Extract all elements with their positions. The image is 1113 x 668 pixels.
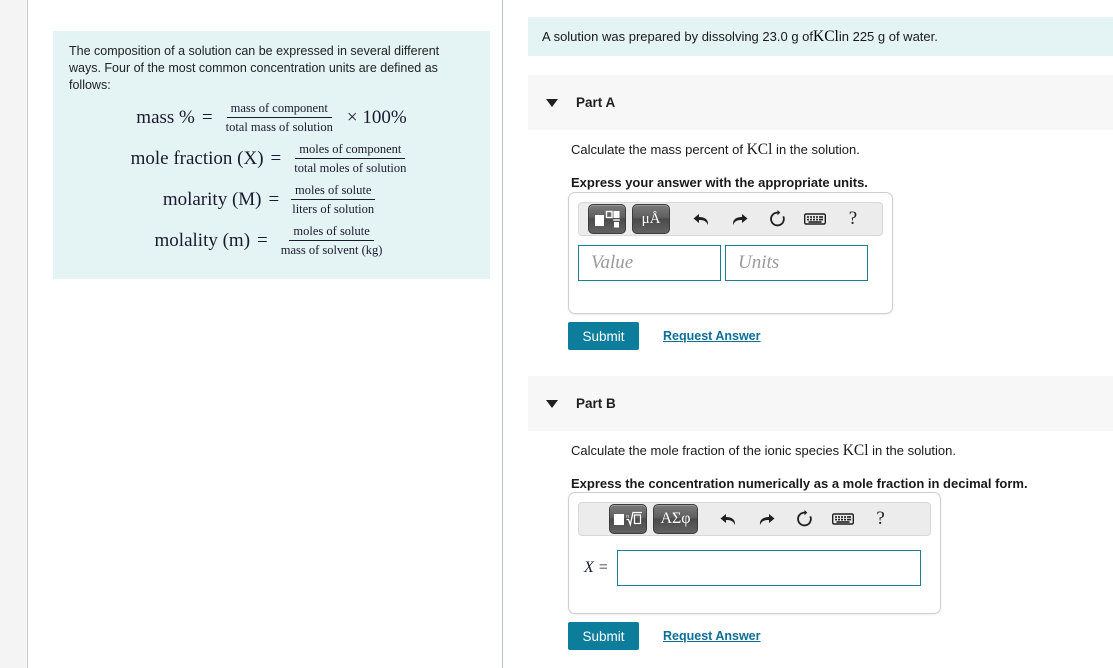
part-b-instruction: Express the concentration numerically as… [571,476,1028,491]
part-b-answer-panel: n ΑΣφ ? X = [568,492,941,614]
keyboard-icon[interactable] [798,204,832,234]
formula-molality: molality (m) = moles of solute mass of s… [69,224,474,258]
formula-denominator: total mass of solution [225,120,333,134]
part-a-submit-button[interactable]: Submit [568,322,639,350]
mole-fraction-label: X = [584,559,609,576]
reference-pane: The composition of a solution can be exp… [29,0,502,668]
formula-numerator: mass of component [226,101,332,118]
undo-icon[interactable] [712,504,746,534]
question-text-before: A solution was prepared by dissolving 23… [542,29,814,44]
formula-mass-percent: mass % = mass of component total mass of… [69,101,474,135]
left-gutter [0,0,28,668]
part-a-prompt-after: in the solution. [772,142,860,157]
part-b-title: Part B [576,396,616,411]
part-a-prompt-chemical: KCl [746,141,773,158]
part-b-toolbar: n ΑΣφ ? [578,502,931,536]
formula-equals: = [268,189,280,210]
greek-symbols-button[interactable]: ΑΣφ [653,504,698,534]
radical-template-icon[interactable]: n [609,504,648,534]
units-button[interactable]: μÅ [632,204,670,234]
part-a-submit-row: Submit Request Answer [568,322,760,350]
part-a-instruction: Express your answer with the appropriate… [571,175,868,190]
reset-icon[interactable] [788,504,822,534]
part-b-field-row: X = [578,550,931,586]
part-b-submit-button[interactable]: Submit [568,622,639,650]
formula-equals: = [201,107,213,128]
reset-icon[interactable] [760,204,794,234]
part-a-prompt-before: Calculate the mass percent of [571,142,747,157]
help-icon[interactable]: ? [836,204,870,234]
formula-denominator: liters of solution [292,202,375,216]
part-b-prompt-after: in the solution. [868,443,956,458]
part-a-prompt: Calculate the mass percent of KCl in the… [571,140,1113,160]
intro-paragraph: The composition of a solution can be exp… [69,44,440,92]
question-text-after: in 225 g of water. [838,29,938,44]
formula-equals: = [270,148,282,169]
svg-text:n: n [627,514,630,520]
problem-pane: A solution was prepared by dissolving 23… [503,0,1113,668]
formula-numerator: moles of solute [289,224,374,241]
question-chemical-formula: KCl [813,27,839,45]
value-input[interactable]: Value [578,245,721,281]
help-icon[interactable]: ? [864,504,898,534]
part-a-answer-panel: μÅ ? Value Units [568,192,893,314]
part-a-toolbar: μÅ ? [578,202,883,236]
formula-tail: × 100% [346,107,407,128]
caret-down-icon[interactable] [546,98,558,107]
concentration-reference-card: The composition of a solution can be exp… [53,31,490,279]
page-root: The composition of a solution can be exp… [0,0,1113,668]
formula-fraction: moles of solute liters of solution [288,183,378,217]
formula-mole-fraction: mole fraction (X) = moles of component t… [69,142,474,176]
formula-denominator: mass of solvent (kg) [280,243,383,257]
caret-down-icon[interactable] [546,399,558,408]
part-b-prompt-chemical: KCl [842,442,869,459]
question-statement: A solution was prepared by dissolving 23… [528,17,1113,56]
formula-lhs: mass % [136,107,195,128]
part-a-header[interactable]: Part A [528,75,1113,130]
part-a-field-row: Value Units [578,245,883,281]
formula-numerator: moles of solute [291,183,376,200]
part-a-body: Calculate the mass percent of KCl in the… [528,140,1113,193]
template-icon[interactable] [588,204,626,234]
part-b-header[interactable]: Part B [528,376,1113,431]
units-input[interactable]: Units [725,245,868,281]
undo-icon[interactable] [684,204,718,234]
formula-denominator: total moles of solution [294,161,407,175]
part-b-body: Calculate the mole fraction of the ionic… [528,441,1113,494]
formula-numerator: moles of component [295,142,406,159]
part-a-request-answer-link[interactable]: Request Answer [663,329,760,343]
redo-icon[interactable] [750,504,784,534]
mole-fraction-input[interactable] [616,550,921,586]
formula-lhs: molality (m) [154,230,251,251]
formula-lhs: molarity (M) [162,189,262,210]
formula-list: mass % = mass of component total mass of… [69,101,474,258]
formula-lhs: mole fraction (X) [130,148,264,169]
part-b-prompt: Calculate the mole fraction of the ionic… [571,441,1113,461]
part-b-request-answer-link[interactable]: Request Answer [663,629,760,643]
redo-icon[interactable] [722,204,756,234]
part-b-prompt-before: Calculate the mole fraction of the ionic… [571,443,843,458]
part-b-submit-row: Submit Request Answer [568,622,760,650]
formula-fraction: moles of solute mass of solvent (kg) [277,224,387,258]
part-a-title: Part A [576,95,616,110]
formula-fraction: mass of component total mass of solution [222,101,337,135]
formula-equals: = [257,230,268,251]
keyboard-icon[interactable] [826,504,860,534]
formula-fraction: moles of component total moles of soluti… [290,142,410,176]
formula-molarity: molarity (M) = moles of solute liters of… [69,183,474,217]
